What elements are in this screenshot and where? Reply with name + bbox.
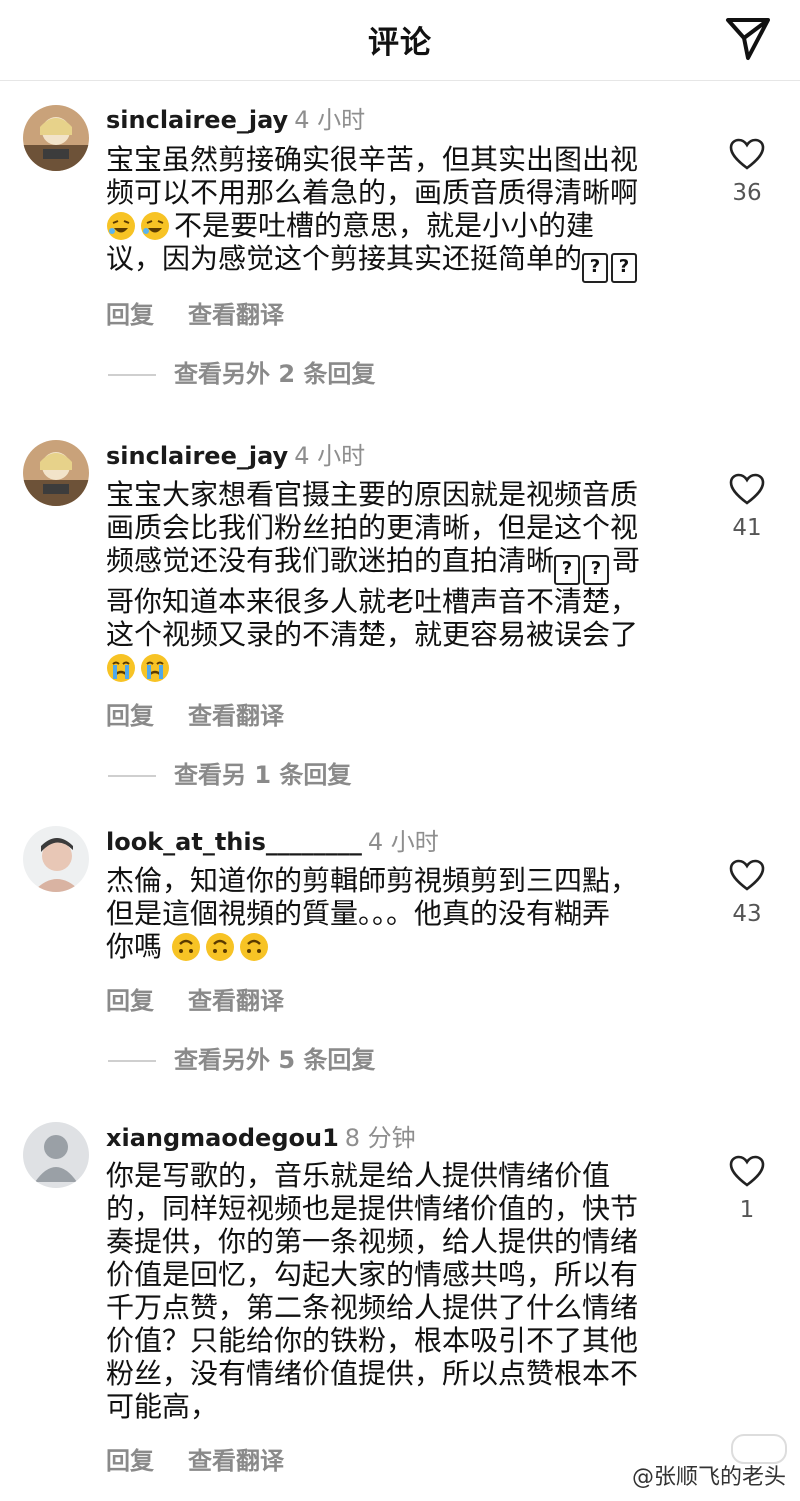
avatar[interactable] [23, 440, 89, 506]
reply-button[interactable]: 回复 [106, 702, 154, 730]
heart-icon[interactable] [729, 138, 765, 170]
timestamp: 4 小时 [367, 828, 439, 856]
view-replies-label: 查看另外 2 条回复 [174, 360, 376, 388]
divider-line [108, 1060, 156, 1062]
comment-line: 频可以不用那么着急的，画质音质得清晰啊 [106, 176, 639, 209]
top-bar: 评论 [0, 0, 800, 81]
comment-line: 价值？只能给你的铁粉，根本吸引不了其他 [106, 1324, 639, 1357]
comment-actions: 回复 查看翻译 [106, 696, 284, 731]
comment-actions: 回复 查看翻译 [106, 295, 284, 330]
like-count: 43 [732, 901, 762, 927]
paper-plane-icon[interactable] [722, 12, 774, 64]
comment-line-text: 你嗎 [106, 930, 163, 963]
avatar[interactable] [23, 105, 89, 171]
comment-line: 千万点赞，第二条视频给人提供了什么情绪 [106, 1291, 639, 1324]
reply-button[interactable]: 回复 [106, 987, 154, 1015]
see-translation-button[interactable]: 查看翻译 [188, 1447, 284, 1475]
comment-line: 但是這個視頻的質量。。。他真的没有糊弄 [106, 897, 611, 930]
comment-meta: xiangmaodegou1 8 分钟 [106, 1122, 416, 1154]
comment-text: 你是写歌的，音乐就是给人提供情绪价值 的，同样短视频也是提供情绪价值的，快节 奏… [106, 1159, 696, 1423]
heart-icon[interactable] [729, 859, 765, 891]
comment-line: 价值是回忆，勾起大家的情感共鸣，所以有 [106, 1258, 639, 1291]
comment-actions: 回复 查看翻译 [106, 1441, 284, 1476]
comment-line-text: 议，因为感觉这个剪接其实还挺简单的 [106, 242, 583, 275]
rolling-laughing-face-icon [106, 211, 136, 241]
unknown-glyph: ? [611, 253, 638, 283]
comment-meta: sinclairee_jay 4 小时 [106, 104, 365, 136]
upside-down-face-icon [171, 932, 201, 962]
view-replies-label: 查看另外 5 条回复 [174, 1046, 376, 1074]
upside-down-face-icon [205, 932, 235, 962]
comment-line [106, 651, 696, 684]
timestamp: 4 小时 [294, 442, 366, 470]
comment-line: 议，因为感觉这个剪接其实还挺简单的?? [106, 242, 696, 283]
view-replies-button[interactable]: 查看另外 5 条回复 [108, 1045, 375, 1075]
timestamp: 8 分钟 [344, 1124, 416, 1152]
timestamp: 4 小时 [294, 106, 366, 134]
comment-line-text: 频感觉还没有我们歌迷拍的直拍清晰 [106, 544, 555, 577]
like-button[interactable]: 41 [727, 473, 767, 541]
upside-down-face-icon [239, 932, 269, 962]
comment-line: 的，同样短视频也是提供情绪价值的，快节 [106, 1192, 639, 1225]
see-translation-button[interactable]: 查看翻译 [188, 301, 284, 329]
username[interactable]: sinclairee_jay [106, 106, 288, 134]
comment-line: 奏提供，你的第一条视频，给人提供的情绪 [106, 1225, 639, 1258]
watermark: @张顺飞的老头 [631, 1465, 786, 1490]
unknown-glyph: ? [583, 555, 610, 585]
comment-text: 宝宝大家想看官摄主要的原因就是视频音质 画质会比我们粉丝拍的更清晰，但是这个视 … [106, 478, 696, 684]
avatar[interactable] [23, 1122, 89, 1188]
crying-face-icon [106, 653, 136, 683]
see-translation-button[interactable]: 查看翻译 [188, 987, 284, 1015]
username[interactable]: sinclairee_jay [106, 442, 288, 470]
comment-line: 可能高， [106, 1390, 219, 1423]
comment-line: 宝宝大家想看官摄主要的原因就是视频音质 [106, 478, 639, 511]
comment-line-text: 哥 [612, 544, 641, 577]
view-replies-button[interactable]: 查看另外 2 条回复 [108, 359, 375, 389]
comment-line: 粉丝，没有情绪价值提供，所以点赞根本不 [106, 1357, 639, 1390]
comment-line: 宝宝虽然剪接确实很辛苦，但其实出图出视 [106, 143, 639, 176]
comment-line-text: 不是要吐槽的意思，就是小小的建 [174, 209, 595, 242]
comment-line: 不是要吐槽的意思，就是小小的建 [106, 209, 696, 242]
comment-line: 杰倫，知道你的剪輯師剪視頻剪到三四點， [106, 864, 639, 897]
unknown-glyph: ? [554, 555, 581, 585]
like-button[interactable]: 36 [727, 138, 767, 206]
like-button[interactable]: 43 [727, 859, 767, 927]
heart-icon[interactable] [729, 473, 765, 505]
like-count: 41 [732, 515, 762, 541]
divider-line [108, 775, 156, 777]
comment-line: 你嗎 [106, 930, 696, 963]
comment-meta: sinclairee_jay 4 小时 [106, 440, 365, 472]
heart-icon[interactable] [729, 1155, 765, 1187]
like-count: 1 [739, 1197, 755, 1223]
comment-line: 这个视频又录的不清楚，就更容易被误会了 [106, 618, 639, 651]
like-count: 36 [732, 180, 762, 206]
reply-button[interactable]: 回复 [106, 301, 154, 329]
like-button[interactable]: 1 [727, 1155, 767, 1223]
avatar[interactable] [23, 826, 89, 892]
comment-line: 你是写歌的，音乐就是给人提供情绪价值 [106, 1159, 611, 1192]
comment-meta: look_at_this________ 4 小时 [106, 826, 439, 858]
comment-line: 画质会比我们粉丝拍的更清晰，但是这个视 [106, 511, 639, 544]
comment-line: 频感觉还没有我们歌迷拍的直拍清晰?? 哥 [106, 544, 696, 585]
comment-actions: 回复 查看翻译 [106, 981, 284, 1016]
reply-button[interactable]: 回复 [106, 1447, 154, 1475]
view-replies-label: 查看另 1 条回复 [174, 761, 352, 789]
username[interactable]: look_at_this________ [106, 828, 362, 856]
view-replies-button[interactable]: 查看另 1 条回复 [108, 760, 351, 790]
username[interactable]: xiangmaodegou1 [106, 1124, 339, 1152]
page-title: 评论 [368, 25, 432, 61]
divider-line [108, 374, 156, 376]
rolling-laughing-face-icon [140, 211, 170, 241]
comment-line: 哥你知道本来很多人就老吐槽声音不清楚， [106, 585, 639, 618]
see-translation-button[interactable]: 查看翻译 [188, 702, 284, 730]
comment-text: 杰倫，知道你的剪輯師剪視頻剪到三四點， 但是這個視頻的質量。。。他真的没有糊弄 … [106, 864, 696, 963]
unknown-glyph: ? [582, 253, 609, 283]
crying-face-icon [140, 653, 170, 683]
comment-text: 宝宝虽然剪接确实很辛苦，但其实出图出视 频可以不用那么着急的，画质音质得清晰啊 … [106, 143, 696, 283]
